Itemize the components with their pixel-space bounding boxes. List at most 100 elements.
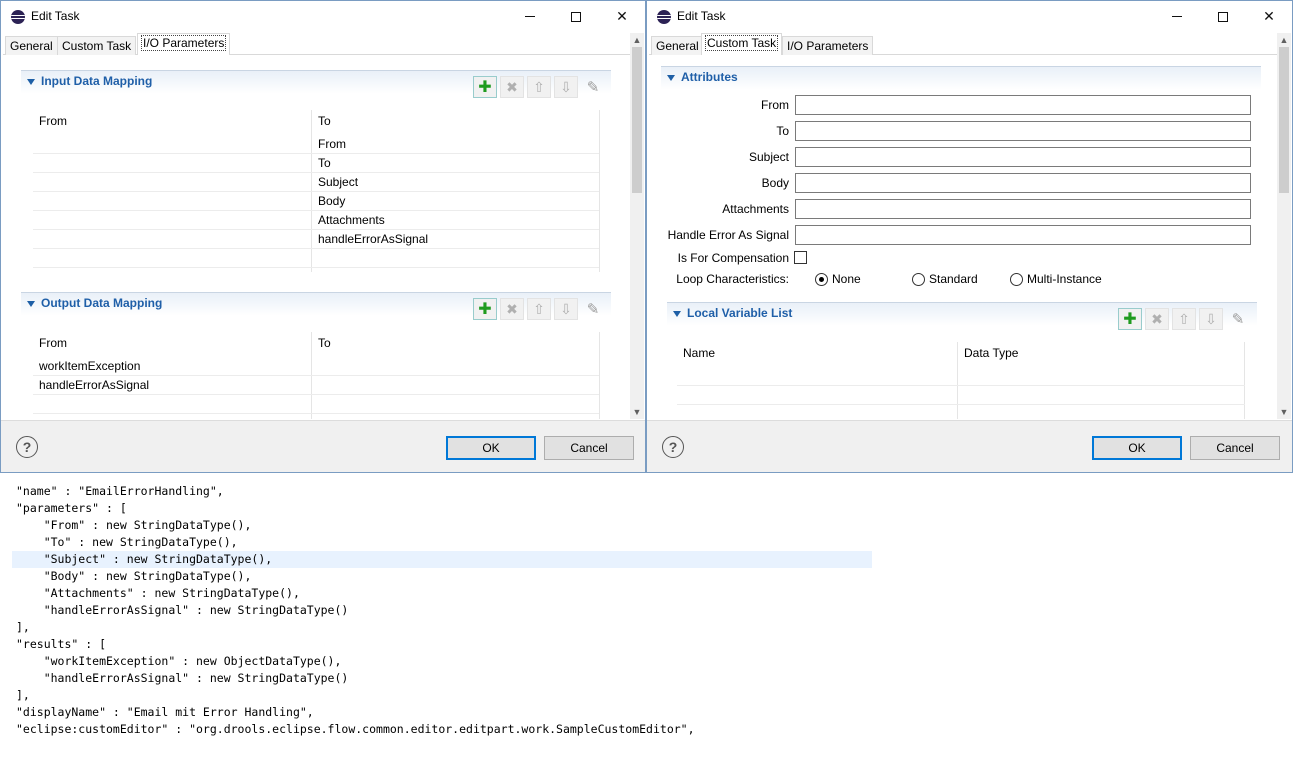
table-row[interactable]: From <box>33 135 599 154</box>
scroll-down-icon[interactable]: ▼ <box>1277 405 1291 419</box>
minimize-button[interactable] <box>1154 1 1200 32</box>
column-header-from[interactable]: From <box>33 110 67 134</box>
tab-custom-task[interactable]: Custom Task <box>57 36 137 55</box>
vertical-scrollbar[interactable]: ▲ ▼ <box>630 33 644 419</box>
collapse-icon[interactable] <box>27 301 35 307</box>
close-button[interactable]: ✕ <box>599 1 645 32</box>
loop-none-radio[interactable] <box>815 273 828 286</box>
edit-icon[interactable]: ✎ <box>581 76 605 98</box>
edit-icon[interactable]: ✎ <box>581 298 605 320</box>
maximize-button[interactable] <box>553 1 599 32</box>
delete-icon[interactable]: ✖ <box>500 76 524 98</box>
loop-standard-radio[interactable] <box>912 273 925 286</box>
code-line[interactable]: "handleErrorAsSignal" : new StringDataTy… <box>12 670 872 687</box>
scroll-thumb[interactable] <box>632 47 642 193</box>
table-row[interactable] <box>33 395 599 414</box>
loop-multi-instance-radio[interactable] <box>1010 273 1023 286</box>
tab-label: I/O Parameters <box>787 39 869 53</box>
ok-button[interactable]: OK <box>446 436 536 460</box>
minimize-button[interactable] <box>507 1 553 32</box>
close-icon: ✕ <box>616 8 628 24</box>
scroll-thumb[interactable] <box>1279 47 1289 193</box>
scroll-down-icon[interactable]: ▼ <box>630 405 644 419</box>
subject-field[interactable] <box>795 147 1251 167</box>
table-row[interactable] <box>677 405 1245 419</box>
delete-icon[interactable]: ✖ <box>1145 308 1169 330</box>
tab-custom-task[interactable]: Custom Task <box>701 33 783 55</box>
compensation-checkbox[interactable] <box>794 251 807 264</box>
from-cell: handleErrorAsSignal <box>39 378 150 392</box>
table-row[interactable]: Subject <box>33 173 599 192</box>
add-icon[interactable]: ✚ <box>473 76 497 98</box>
column-header-from[interactable]: From <box>33 332 67 356</box>
cancel-button[interactable]: Cancel <box>1190 436 1280 460</box>
table-row[interactable] <box>677 386 1245 405</box>
column-header-to[interactable]: To <box>312 110 331 134</box>
tab-io-parameters[interactable]: I/O Parameters <box>137 33 231 55</box>
code-line[interactable]: "To" : new StringDataType(), <box>12 534 872 551</box>
radio-label: None <box>832 272 861 286</box>
table-row[interactable] <box>677 367 1245 386</box>
move-down-icon[interactable]: ⇩ <box>1199 308 1223 330</box>
code-line[interactable]: "displayName" : "Email mit Error Handlin… <box>12 704 872 721</box>
table-row[interactable]: Body <box>33 192 599 211</box>
maximize-button[interactable] <box>1200 1 1246 32</box>
code-line[interactable]: "eclipse:customEditor" : "org.drools.ecl… <box>12 721 872 738</box>
attributes-header[interactable]: Attributes <box>661 66 1261 90</box>
section-title: Input Data Mapping <box>41 74 153 88</box>
delete-icon[interactable]: ✖ <box>500 298 524 320</box>
edit-task-dialog-left: Edit Task ✕ General Custom Task I/O Para… <box>0 0 646 473</box>
handle-error-as-signal-field[interactable] <box>795 225 1251 245</box>
ok-button[interactable]: OK <box>1092 436 1182 460</box>
eclipse-icon <box>11 10 25 24</box>
add-icon[interactable]: ✚ <box>1118 308 1142 330</box>
help-icon[interactable]: ? <box>662 436 684 458</box>
table-row[interactable]: To <box>33 154 599 173</box>
code-line[interactable]: ], <box>12 687 872 704</box>
table-row[interactable]: handleErrorAsSignal <box>33 376 599 395</box>
move-up-icon[interactable]: ⇧ <box>527 76 551 98</box>
column-header-to[interactable]: To <box>312 332 331 356</box>
title-bar[interactable]: Edit Task ✕ <box>647 1 1292 32</box>
code-line[interactable]: "Body" : new StringDataType(), <box>12 568 872 585</box>
code-line[interactable]: "From" : new StringDataType(), <box>12 517 872 534</box>
table-row[interactable] <box>33 249 599 268</box>
from-field[interactable] <box>795 95 1251 115</box>
collapse-icon[interactable] <box>27 79 35 85</box>
edit-icon[interactable]: ✎ <box>1226 308 1250 330</box>
table-row[interactable]: handleErrorAsSignal <box>33 230 599 249</box>
tab-general[interactable]: General <box>651 36 704 55</box>
column-header-name[interactable]: Name <box>677 342 715 366</box>
tab-general[interactable]: General <box>5 36 58 55</box>
title-bar[interactable]: Edit Task ✕ <box>1 1 645 32</box>
collapse-icon[interactable] <box>673 311 681 317</box>
code-line[interactable]: ], <box>12 619 872 636</box>
move-down-icon[interactable]: ⇩ <box>554 76 578 98</box>
move-up-icon[interactable]: ⇧ <box>527 298 551 320</box>
table-row[interactable]: Attachments <box>33 211 599 230</box>
tab-io-parameters[interactable]: I/O Parameters <box>782 36 874 55</box>
attachments-field[interactable] <box>795 199 1251 219</box>
help-icon[interactable]: ? <box>16 436 38 458</box>
code-line[interactable]: "results" : [ <box>12 636 872 653</box>
close-button[interactable]: ✕ <box>1246 1 1292 32</box>
code-line-highlighted[interactable]: "Subject" : new StringDataType(), <box>12 551 872 568</box>
code-line[interactable]: "parameters" : [ <box>12 500 872 517</box>
cancel-button[interactable]: Cancel <box>544 436 634 460</box>
vertical-scrollbar[interactable]: ▲ ▼ <box>1277 33 1291 419</box>
table-row[interactable]: workItemException <box>33 357 599 376</box>
column-header-data-type[interactable]: Data Type <box>958 342 1018 366</box>
code-line[interactable]: "name" : "EmailErrorHandling", <box>12 483 872 500</box>
scroll-up-icon[interactable]: ▲ <box>630 33 644 47</box>
scroll-up-icon[interactable]: ▲ <box>1277 33 1291 47</box>
body-field[interactable] <box>795 173 1251 193</box>
collapse-icon[interactable] <box>667 75 675 81</box>
add-icon[interactable]: ✚ <box>473 298 497 320</box>
code-line[interactable]: "Attachments" : new StringDataType(), <box>12 585 872 602</box>
move-down-icon[interactable]: ⇩ <box>554 298 578 320</box>
to-field[interactable] <box>795 121 1251 141</box>
code-line[interactable]: "handleErrorAsSignal" : new StringDataTy… <box>12 602 872 619</box>
tab-label: General <box>656 39 699 53</box>
code-line[interactable]: "workItemException" : new ObjectDataType… <box>12 653 872 670</box>
move-up-icon[interactable]: ⇧ <box>1172 308 1196 330</box>
